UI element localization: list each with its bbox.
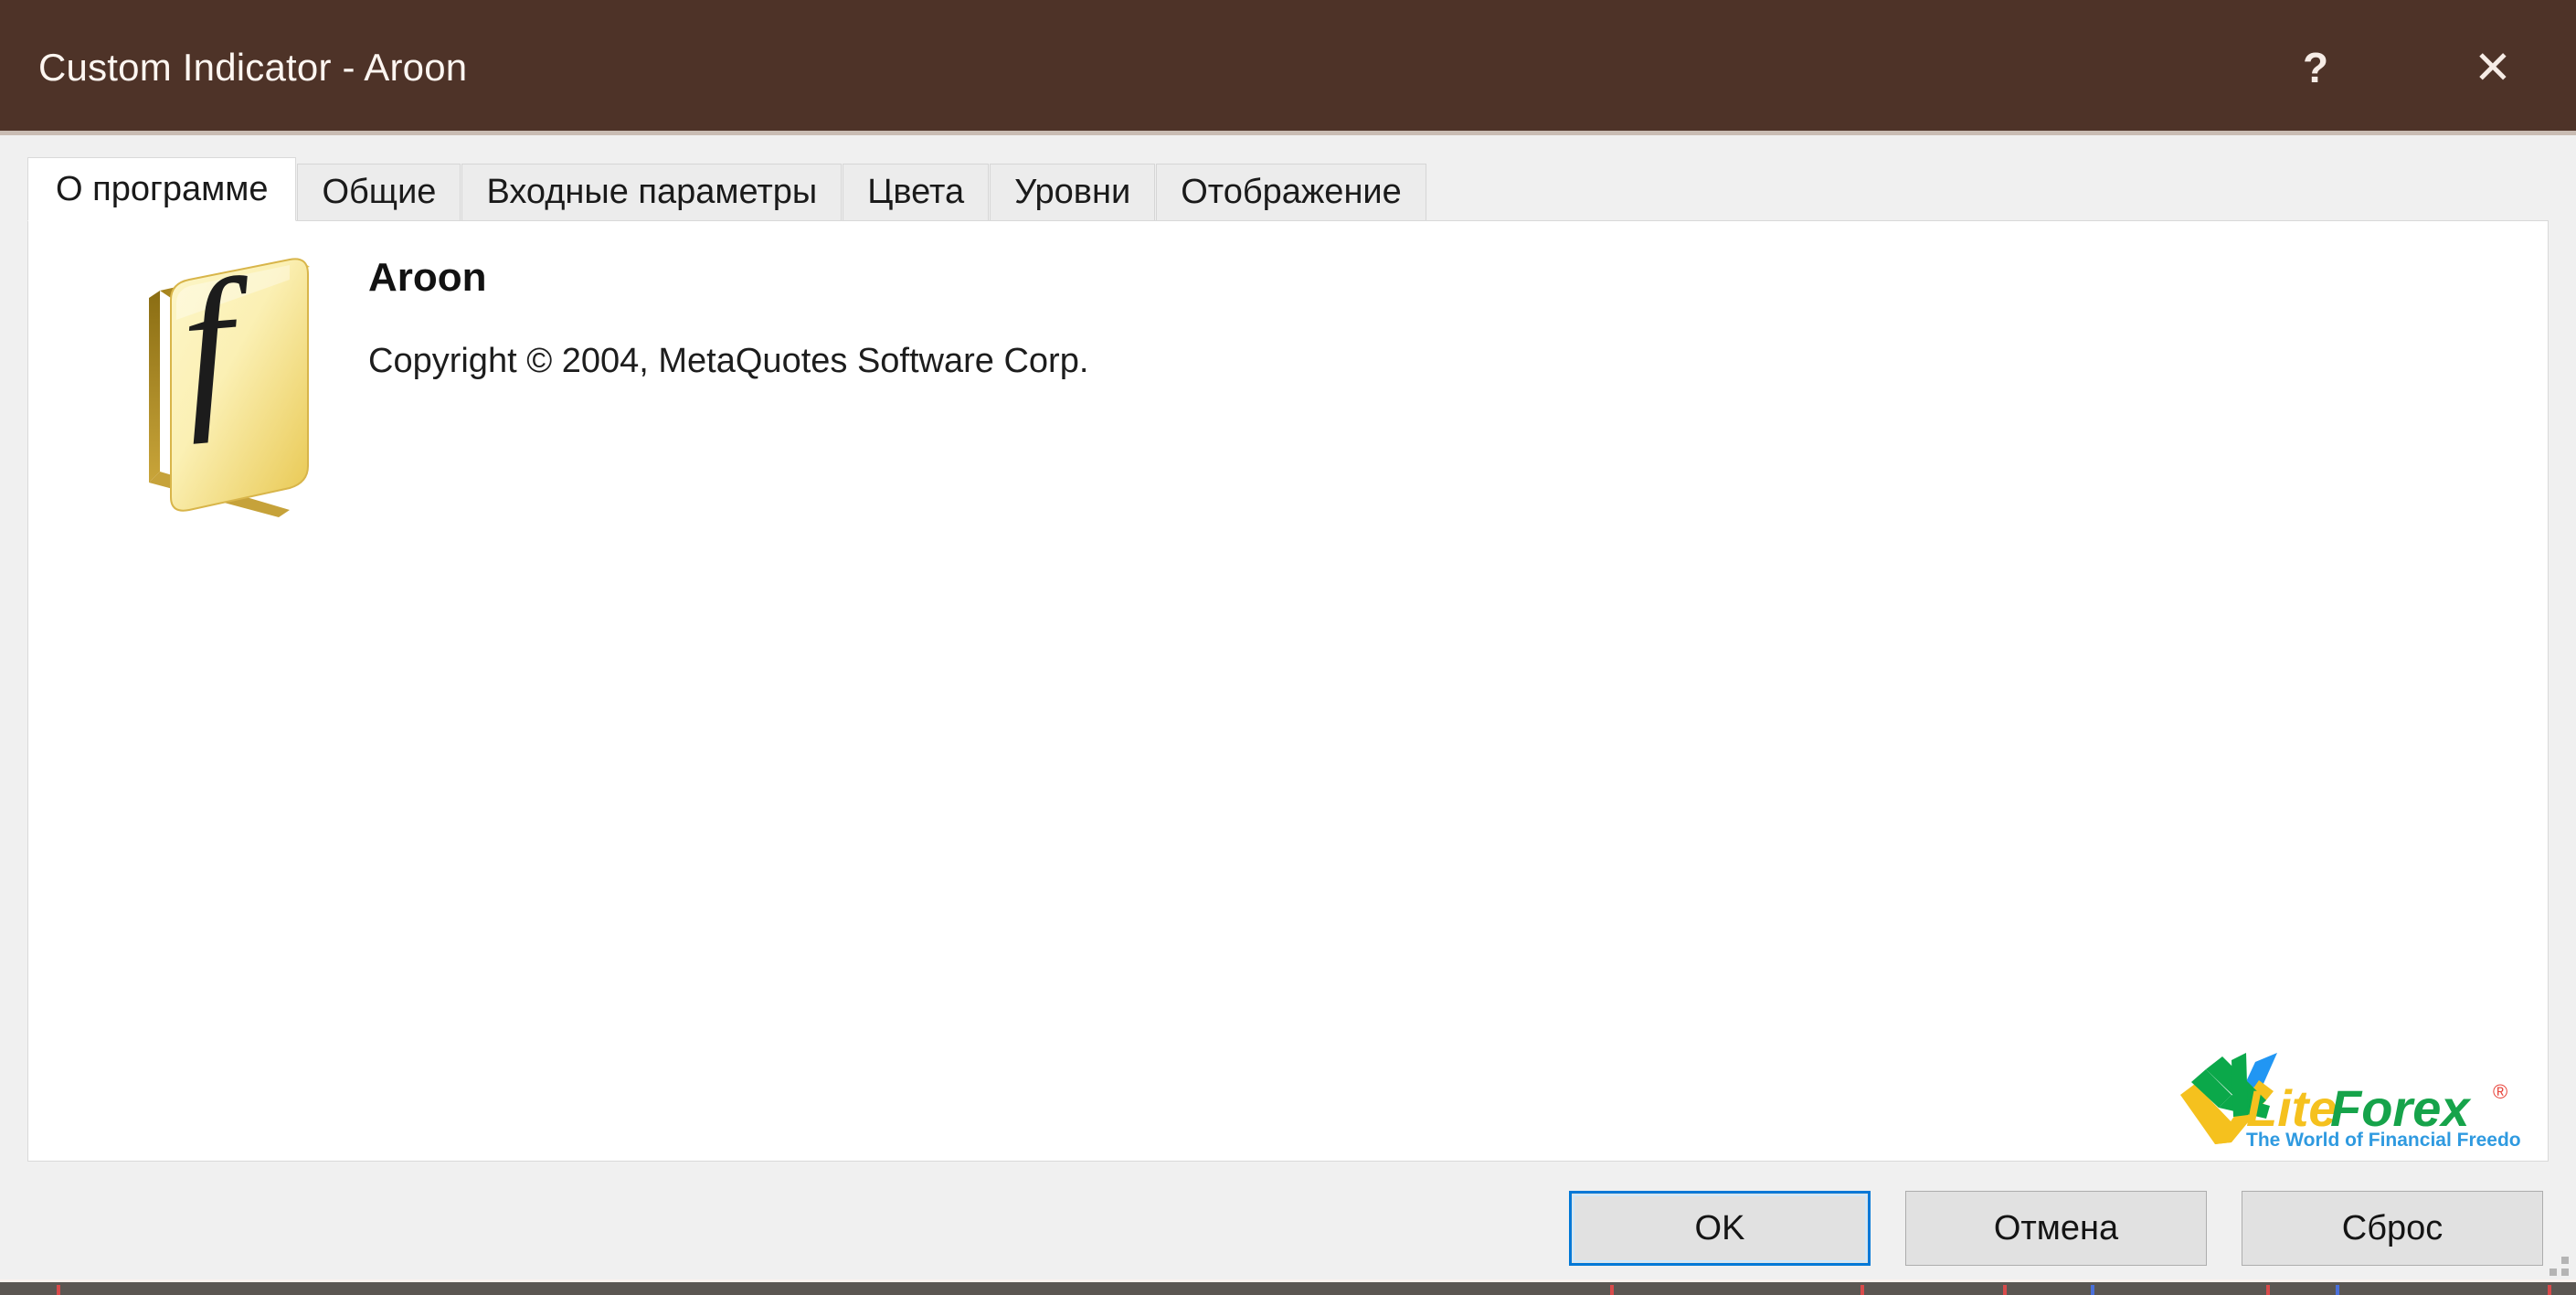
tab-inputs[interactable]: Входные параметры [461, 164, 843, 220]
tab-common[interactable]: Общие [297, 164, 461, 220]
tab-strip: О программе Общие Входные параметры Цвет… [0, 157, 2576, 221]
tab-levels[interactable]: Уровни [990, 164, 1156, 220]
custom-indicator-dialog: Custom Indicator - Aroon ? ✕ О программе… [0, 0, 2576, 1295]
title-bar-underline [0, 131, 2576, 135]
logo-registered-mark: ® [2493, 1080, 2507, 1103]
window-title: Custom Indicator - Aroon [38, 46, 468, 89]
close-icon[interactable]: ✕ [2430, 0, 2556, 135]
dialog-footer: OK Отмена Сброс [0, 1162, 2576, 1295]
reset-button[interactable]: Сброс [2242, 1191, 2543, 1266]
copyright-text: Copyright © 2004, MetaQuotes Software Co… [368, 342, 1089, 381]
title-bar-buttons: ? ✕ [2262, 0, 2576, 135]
tab-about[interactable]: О программе [27, 157, 297, 221]
function-fx-icon: f [129, 241, 328, 517]
logo-word-lite: Lite [2246, 1079, 2337, 1137]
tab-visualization-label: Отображение [1181, 173, 1402, 211]
tab-inputs-label: Входные параметры [486, 173, 818, 211]
tab-levels-label: Уровни [1014, 173, 1131, 211]
about-section: f Aroon Copyright © 2004, MetaQuotes Sof… [129, 232, 1088, 517]
tab-visualization[interactable]: Отображение [1156, 164, 1426, 220]
tab-common-label: Общие [322, 173, 437, 211]
ok-button[interactable]: OK [1569, 1191, 1871, 1266]
help-icon[interactable]: ? [2262, 0, 2369, 135]
tab-colors-label: Цвета [867, 173, 965, 211]
underlying-window-strip [0, 1279, 2576, 1295]
tab-content-panel: f Aroon Copyright © 2004, MetaQuotes Sof… [27, 220, 2549, 1162]
logo-word-forex: Forex [2330, 1079, 2472, 1137]
liteforex-logo: Lite Forex ® The World of Financial Free… [2175, 1047, 2538, 1151]
indicator-name: Aroon [368, 255, 487, 300]
title-bar: Custom Indicator - Aroon ? ✕ [0, 0, 2576, 135]
logo-tagline: The World of Financial Freedom [2246, 1130, 2522, 1150]
tab-colors[interactable]: Цвета [843, 164, 990, 220]
tab-about-label: О программе [56, 169, 269, 208]
cancel-button[interactable]: Отмена [1905, 1191, 2207, 1266]
about-text-block: Aroon Copyright © 2004, MetaQuotes Softw… [368, 255, 1089, 381]
